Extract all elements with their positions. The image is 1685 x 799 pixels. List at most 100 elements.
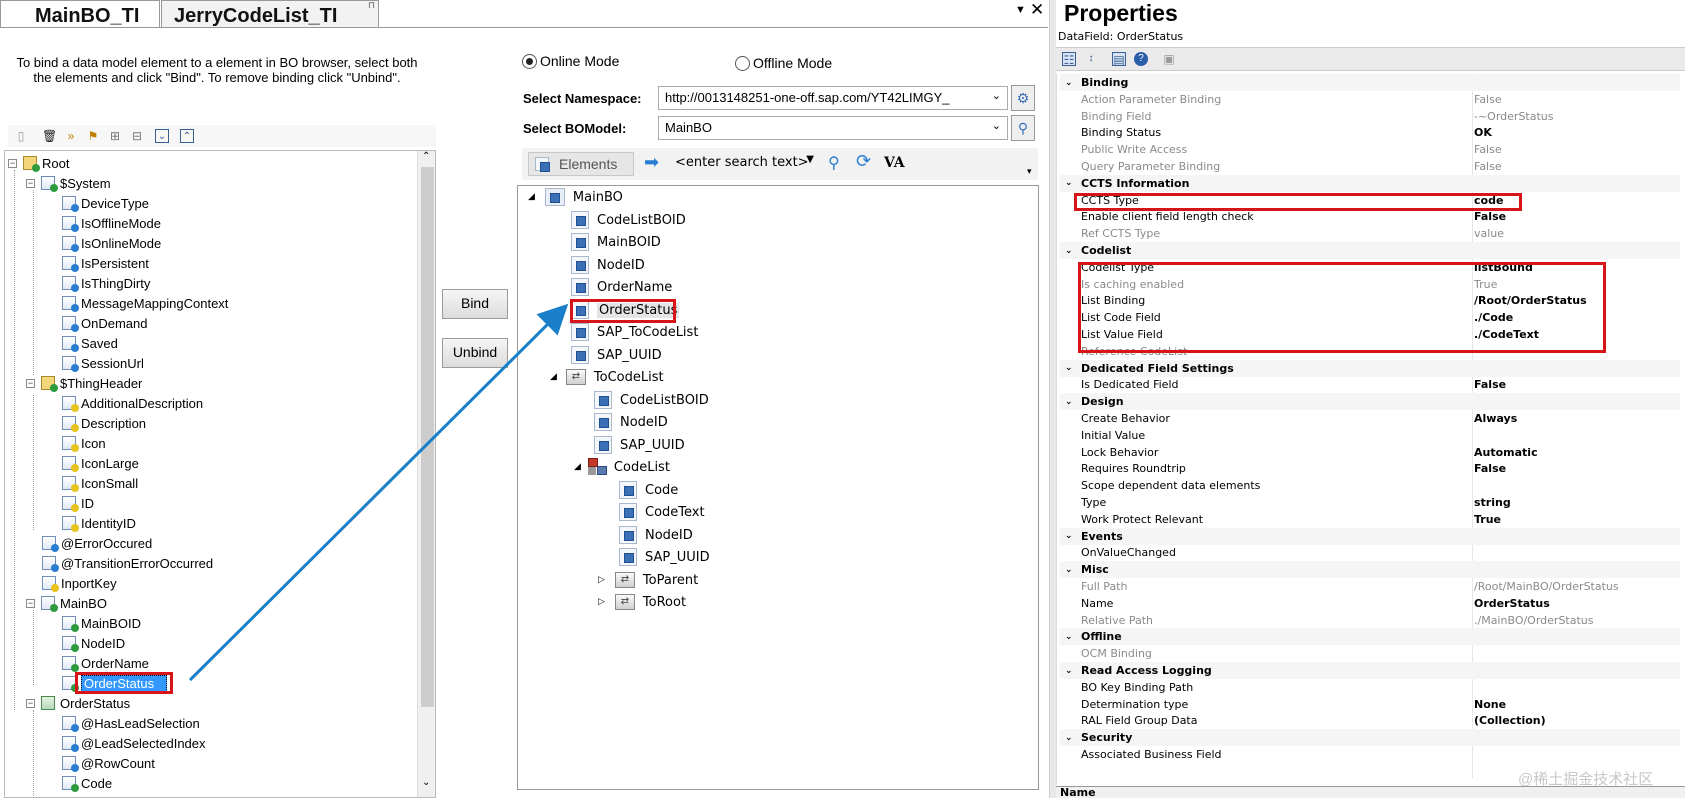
tree-node-messagemappingcontext[interactable]: MessageMappingContext — [62, 293, 228, 313]
filter-icon[interactable]: ⚑ — [86, 129, 100, 143]
property-row[interactable]: Lock Behavior Automatic — [1060, 444, 1680, 461]
tree-node-iconsmall[interactable]: IconSmall — [62, 473, 138, 493]
property-row[interactable]: Relative Path ./MainBO/OrderStatus — [1060, 612, 1680, 629]
property-category[interactable]: ⌄ Binding — [1060, 74, 1680, 91]
property-value[interactable]: code — [1474, 194, 1503, 207]
tree-node-rowcount[interactable]: @RowCount — [62, 753, 155, 773]
property-value[interactable]: False — [1474, 93, 1502, 106]
overflow-icon[interactable]: ▾ — [1027, 166, 1032, 177]
property-category[interactable]: ⌄ Offline — [1060, 628, 1680, 646]
collapse-caret-icon[interactable]: ⌄ — [1065, 363, 1073, 373]
property-row[interactable]: Type string — [1060, 494, 1680, 511]
property-value[interactable]: Automatic — [1474, 446, 1538, 459]
bo-node-codelist[interactable]: ◢ CodeList — [574, 456, 670, 478]
offline-mode-radio[interactable]: Offline Mode — [735, 55, 832, 71]
unbind-button[interactable]: Unbind — [442, 338, 508, 368]
expand-all-icon[interactable]: ⌄ — [155, 129, 169, 143]
collapse-caret-icon[interactable]: ⌄ — [1065, 733, 1073, 743]
collapse-caret-icon[interactable]: ⌄ — [1065, 178, 1073, 188]
tree-node-code[interactable]: Code — [62, 773, 112, 793]
online-mode-radio[interactable]: Online Mode — [522, 53, 619, 69]
property-value[interactable]: /Root/MainBO/OrderStatus — [1474, 580, 1619, 593]
tree-node-ondemand[interactable]: OnDemand — [62, 313, 147, 333]
property-row[interactable]: Binding Field -~OrderStatus — [1060, 108, 1680, 125]
collapse-triangle-icon[interactable]: ◢ — [550, 372, 557, 382]
property-category[interactable]: ⌄ Design — [1060, 393, 1680, 411]
property-row[interactable]: Codelist Type listBound — [1060, 259, 1680, 276]
property-row[interactable]: RAL Field Group Data (Collection) — [1060, 712, 1680, 729]
property-row[interactable]: Determination type None — [1060, 696, 1680, 713]
property-value[interactable]: True — [1474, 278, 1497, 291]
bo-node-orderstatus[interactable]: OrderStatus — [571, 299, 680, 321]
property-value[interactable]: string — [1474, 496, 1511, 509]
property-category[interactable]: ⌄ Dedicated Field Settings — [1060, 359, 1680, 377]
property-row[interactable]: OnValueChanged — [1060, 544, 1680, 561]
property-row[interactable]: BO Key Binding Path — [1060, 679, 1680, 696]
collapse-icon[interactable]: − — [26, 178, 35, 188]
bo-node-sap-tocodelist[interactable]: SAP_ToCodeList — [571, 321, 698, 343]
scroll-down-icon[interactable]: ⌄ — [422, 777, 430, 788]
tree-node-root[interactable]: − Root — [8, 153, 69, 173]
tree-node-orderstatus-selected[interactable]: OrderStatus — [62, 673, 168, 693]
tree-node-transitionerroroccurred[interactable]: @TransitionErrorOccurred — [42, 553, 213, 573]
bo-node-sap-uuid[interactable]: SAP_UUID — [571, 344, 662, 366]
property-value[interactable]: False — [1474, 143, 1502, 156]
property-row[interactable]: Enable client field length check False — [1060, 208, 1680, 225]
collapse-icon[interactable]: − — [26, 378, 35, 388]
collapse-icon[interactable]: − — [26, 598, 35, 608]
arrow-right-icon[interactable]: ➡ — [644, 152, 659, 173]
property-category[interactable]: ⌄ Events — [1060, 527, 1680, 545]
property-row[interactable]: List Code Field ./Code — [1060, 309, 1680, 326]
property-value[interactable]: False — [1474, 462, 1506, 475]
property-category[interactable]: ⌄ Misc — [1060, 561, 1680, 579]
namespace-refresh-button[interactable]: ⚙ — [1011, 85, 1035, 111]
collapse-caret-icon[interactable]: ⌄ — [1065, 246, 1073, 256]
collapse-caret-icon[interactable]: ⌄ — [1065, 397, 1073, 407]
property-row[interactable]: OCM Binding — [1060, 645, 1680, 662]
tree-node-id[interactable]: ID — [62, 493, 94, 513]
elements-toggle[interactable]: Elements — [528, 152, 634, 176]
property-row[interactable]: Full Path/Root/MainBO/OrderStatus — [1060, 578, 1680, 595]
tree-node-mainbo[interactable]: − MainBO — [26, 593, 107, 613]
property-row[interactable]: List Value Field ./CodeText — [1060, 326, 1680, 343]
bo-node-sap-uuid-2[interactable]: SAP_UUID — [594, 434, 685, 456]
collapse-caret-icon[interactable]: ⌄ — [1065, 632, 1073, 642]
property-value[interactable]: ./MainBO/OrderStatus — [1474, 614, 1594, 627]
property-row[interactable]: Binding Status OK — [1060, 124, 1680, 141]
property-row[interactable]: Associated Business Field — [1060, 746, 1680, 763]
tree-node-thingheader[interactable]: − $ThingHeader — [26, 373, 142, 393]
collapse-icon[interactable]: − — [26, 698, 35, 708]
tree-node-orderstatus-list[interactable]: − OrderStatus — [26, 693, 130, 713]
tree-node-erroroccured[interactable]: @ErrorOccured — [42, 533, 152, 553]
property-value[interactable]: ./Code — [1474, 311, 1513, 324]
search-icon[interactable]: ⚲ — [828, 153, 840, 173]
property-row[interactable]: Initial Value — [1060, 427, 1680, 444]
hierarchy-icon[interactable]: ⊞ — [108, 129, 122, 143]
refresh-icon[interactable]: ⟳ — [856, 151, 871, 172]
va-button[interactable]: VA — [884, 155, 905, 171]
property-value[interactable]: -~OrderStatus — [1474, 110, 1554, 123]
close-icon[interactable]: ✕ — [1030, 0, 1044, 20]
property-value[interactable]: OK — [1474, 126, 1492, 139]
tree-node-saved[interactable]: Saved — [62, 333, 118, 353]
collapse-caret-icon[interactable]: ⌄ — [1065, 565, 1073, 575]
tree-node-icon[interactable]: Icon — [62, 433, 106, 453]
scroll-up-icon[interactable]: ⌃ — [422, 151, 430, 162]
bind-button[interactable]: Bind — [442, 289, 508, 319]
property-row[interactable]: Ref CCTS Type value — [1060, 225, 1680, 242]
bomodel-select[interactable]: MainBO ⌄ — [658, 116, 1008, 140]
tree-node-isonlinemode[interactable]: IsOnlineMode — [62, 233, 161, 253]
property-value[interactable]: ./CodeText — [1474, 328, 1539, 341]
property-row[interactable]: Scope dependent data elements — [1060, 477, 1680, 494]
tree-node-additionaldescription[interactable]: AdditionalDescription — [62, 393, 203, 413]
bo-node-nodeid-2[interactable]: NodeID — [594, 411, 668, 433]
property-category[interactable]: ⌄ Security — [1060, 729, 1680, 747]
pages-icon[interactable]: ▣ — [1162, 52, 1176, 66]
collapse-icon[interactable]: − — [8, 158, 17, 168]
tree-node-isthingdirty[interactable]: IsThingDirty — [62, 273, 150, 293]
property-row[interactable]: Query Parameter Binding False — [1060, 158, 1680, 175]
collapse-caret-icon[interactable]: ⌄ — [1065, 531, 1073, 541]
new-icon[interactable]: ▯ — [14, 129, 28, 143]
property-category[interactable]: ⌄ Codelist — [1060, 242, 1680, 259]
bo-node-mainbo[interactable]: ◢ MainBO — [528, 186, 623, 208]
